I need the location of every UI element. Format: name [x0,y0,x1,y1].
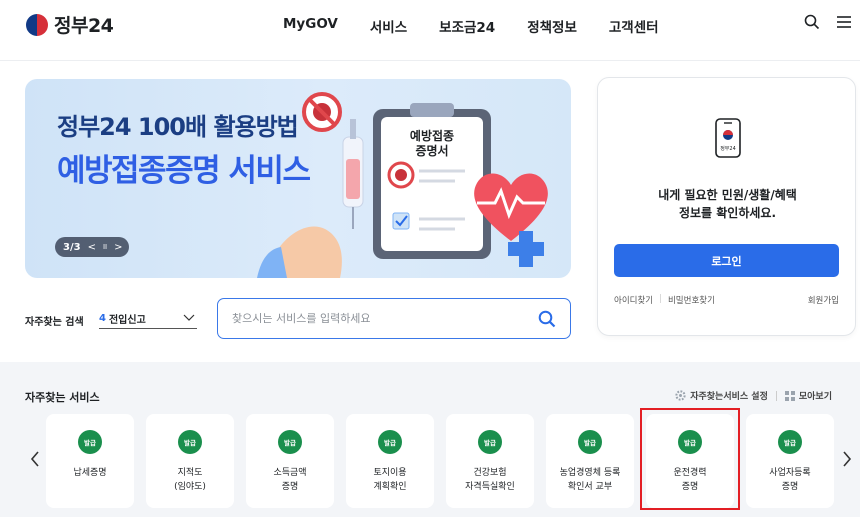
main-nav: MyGOV 서비스 보조금24 정책정보 고객센터 [283,16,659,36]
nav-item-mygov[interactable]: MyGOV [283,16,338,36]
next-slide-button[interactable]: > [114,242,122,253]
search-input[interactable] [232,312,522,325]
issue-badge: 발급 [478,430,502,454]
login-message: 내게 필요한 민원/생활/혜택 정보를 확인하세요. [598,186,857,222]
tools-divider [775,390,777,401]
nav-item-support[interactable]: 고객센터 [609,16,659,36]
login-card: 정부24 내게 필요한 민원/생활/혜택 정보를 확인하세요. 로그인 아이디찾… [597,77,856,336]
frequent-search-select[interactable]: 4 전입신고 [99,309,197,329]
site-header: 정부24 MyGOV 서비스 보조금24 정책정보 고객센터 [0,0,860,52]
service-name: 건강보험 자격득실확인 [465,468,515,492]
no-virus-icon [302,92,342,132]
login-button[interactable]: 로그인 [614,244,839,277]
issue-badge: 발급 [378,430,402,454]
services-settings-button[interactable]: 자주찾는서비스 설정 [675,389,768,402]
gear-icon [675,390,686,401]
promo-banner[interactable]: 정부24 100배 활용방법 예방접종증명 서비스 예방접종 증명서 3/3 <… [25,79,571,278]
search-icon[interactable] [804,14,820,30]
issue-badge: 발급 [578,430,602,454]
nav-item-policy[interactable]: 정책정보 [527,16,577,36]
chevron-right-icon[interactable] [842,450,852,472]
grid-icon [784,390,795,401]
service-card-cadastral-map[interactable]: 발급 지적도 (임야도) [146,414,234,508]
nav-item-service[interactable]: 서비스 [370,16,407,36]
service-card-health-insurance[interactable]: 발급 건강보험 자격득실확인 [446,414,534,508]
service-card-tax-certificate[interactable]: 발급 납세증명 [46,414,134,508]
syringe-icon [342,119,364,229]
issue-badge: 발급 [778,430,802,454]
search-box [217,298,571,339]
issue-badge: 발급 [78,430,102,454]
slide-control: 3/3 < II > [55,237,129,257]
service-name: 농업경영체 등록 확인서 교부 [559,468,621,492]
service-name: 운전경력 증명 [673,468,707,492]
service-card-farm-registration[interactable]: 발급 농업경영체 등록 확인서 교부 [546,414,634,508]
find-id-link[interactable]: 아이디찾기 [614,294,653,306]
nav-item-subsidy[interactable]: 보조금24 [439,16,495,36]
service-name: 소득금액 증명 [273,468,307,492]
login-links: 아이디찾기 | 비밀번호찾기 회원가입 [614,294,839,306]
slide-counter: 3/3 [63,241,81,253]
service-name: 사업자등록 증명 [769,468,811,492]
issue-badge: 발급 [278,430,302,454]
selected-rank: 4 [99,313,106,324]
search-icon[interactable] [538,310,556,332]
service-card-land-use-plan[interactable]: 발급 토지이용 계획확인 [346,414,434,508]
logo[interactable]: 정부24 [26,11,114,38]
service-card-income-certificate[interactable]: 발급 소득금액 증명 [246,414,334,508]
chevron-down-icon [183,313,195,324]
header-icons [804,14,852,30]
issue-badge: 발급 [178,430,202,454]
view-all-label: 모아보기 [798,392,832,402]
link-separator: | [659,294,662,304]
frequent-search-label: 자주찾는 검색 [25,317,84,328]
service-card-business-registration[interactable]: 발급 사업자등록 증명 [746,414,834,508]
phone-label: 정부24 [720,145,736,152]
services-title: 자주찾는 서비스 [25,391,100,404]
issue-badge: 발급 [678,430,702,454]
service-cards: 발급 납세증명 발급 지적도 (임야도) 발급 소득금액 증명 발급 토지이용 … [46,414,834,508]
mobile-phone-icon: 정부24 [715,118,741,158]
login-message-line1: 내게 필요한 민원/생활/혜택 [658,188,797,202]
service-card-driving-record[interactable]: 발급 운전경력 증명 [646,414,734,508]
services-tools: 자주찾는서비스 설정 모아보기 [675,389,832,402]
settings-label: 자주찾는서비스 설정 [690,392,768,402]
taegeuk-logo-icon [26,13,48,36]
header-divider [0,60,860,61]
find-password-link[interactable]: 비밀번호찾기 [668,294,715,306]
join-link[interactable]: 회원가입 [808,294,839,306]
frequent-services-section: 자주찾는 서비스 자주찾는서비스 설정 모아보기 발급 납세증명 발급 지적도 … [0,362,860,517]
chevron-left-icon[interactable] [30,450,40,472]
logo-text: 정부24 [54,15,114,37]
selected-keyword: 전입신고 [108,315,146,326]
service-name: 납세증명 [73,468,107,478]
menu-icon[interactable] [836,15,852,29]
view-all-button[interactable]: 모아보기 [784,389,832,402]
pause-button[interactable]: II [103,243,107,251]
service-name: 지적도 (임야도) [174,468,206,492]
login-message-line2: 정보를 확인하세요. [678,206,777,220]
prev-slide-button[interactable]: < [88,242,96,253]
clipboard-text: 예방접종 증명서 [409,129,455,158]
service-name: 토지이용 계획확인 [373,468,407,492]
